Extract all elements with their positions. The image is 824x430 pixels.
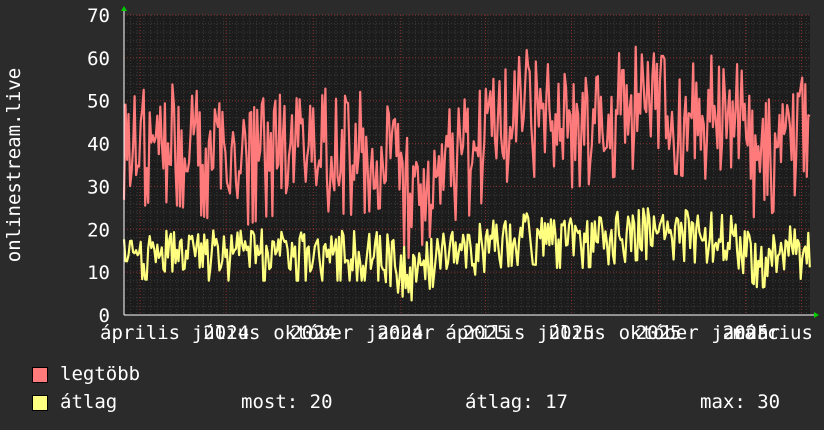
legend-label-atlag: átlag xyxy=(60,391,118,413)
legend-item-legtobb: legtöbb xyxy=(32,363,140,385)
y-axis-title: onlinestream.live xyxy=(3,68,25,262)
y-axis-arrow-icon xyxy=(121,6,127,11)
x-tick-label: 2025 xyxy=(636,322,682,344)
y-tick-label: 60 xyxy=(87,48,110,70)
y-tick-label: 40 xyxy=(87,134,110,156)
x-tick-label: március 2026 xyxy=(733,322,824,344)
y-tick-label: 70 xyxy=(87,5,110,27)
legend-swatch-legtobb xyxy=(32,366,48,383)
x-tick-label: 2024 xyxy=(377,322,423,344)
x-tick-label: április xyxy=(100,322,180,344)
x-axis-arrow-icon xyxy=(814,312,819,318)
legend-label-legtobb: legtöbb xyxy=(60,363,141,385)
stat-max: max: 30 xyxy=(700,391,781,413)
line-chart: 010203040506070április július2024 október2… xyxy=(3,5,824,344)
legend-swatch-atlag xyxy=(32,394,48,411)
y-tick-label: 10 xyxy=(87,262,110,284)
x-tick-label: 2024 xyxy=(290,322,336,344)
x-tick-label: 2024 xyxy=(203,322,249,344)
stat-atlag: átlag: 17 xyxy=(465,391,568,413)
legend-item-atlag: átlag xyxy=(32,391,117,413)
y-tick-label: 30 xyxy=(87,176,110,198)
y-tick-label: 50 xyxy=(87,91,110,113)
x-tick-label: 2025 xyxy=(463,322,509,344)
y-tick-label: 20 xyxy=(87,219,110,241)
x-tick-label: 2025 xyxy=(549,322,595,344)
stat-most: most: 20 xyxy=(241,391,333,413)
